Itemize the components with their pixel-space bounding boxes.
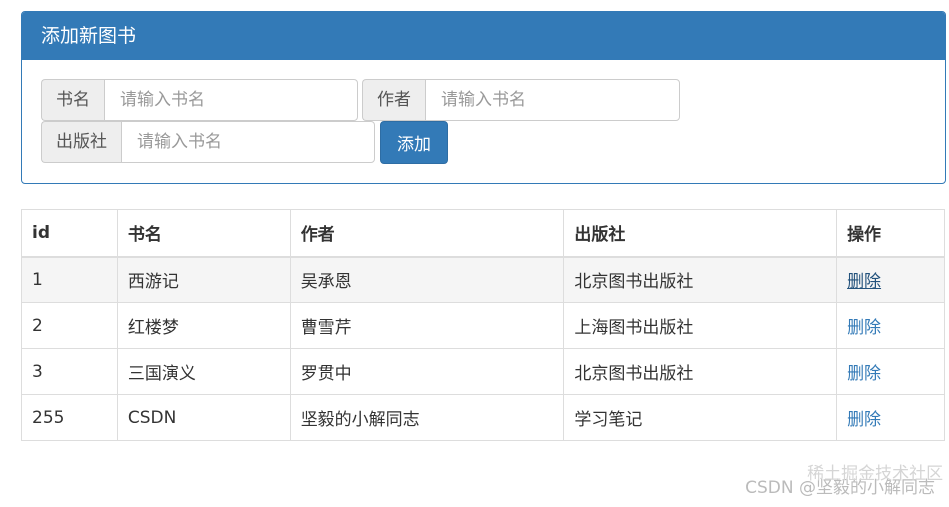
cell-publisher: 北京图书出版社 <box>563 348 838 395</box>
table-row: 3 三国演义 罗贯中 北京图书出版社 删除 <box>21 348 945 395</box>
cell-action: 删除 <box>836 302 945 349</box>
header-id: id <box>21 209 118 258</box>
cell-id: 255 <box>21 394 118 441</box>
cell-author: 曹雪芹 <box>289 302 565 349</box>
table-header-row: id 书名 作者 出版社 操作 <box>21 209 945 258</box>
table-row: 1 西游记 吴承恩 北京图书出版社 删除 <box>21 256 945 303</box>
header-publisher: 出版社 <box>563 209 838 258</box>
add-book-panel: 添加新图书 书名 作者 出版社 添加 <box>21 11 946 184</box>
book-name-label: 书名 <box>41 79 104 121</box>
header-action: 操作 <box>836 209 945 258</box>
cell-id: 3 <box>21 348 118 395</box>
header-author: 作者 <box>289 209 565 258</box>
delete-link[interactable]: 删除 <box>847 364 881 384</box>
cell-action: 删除 <box>836 256 945 303</box>
delete-link[interactable]: 删除 <box>847 410 881 430</box>
cell-action: 删除 <box>836 348 945 395</box>
panel-title: 添加新图书 <box>22 12 945 60</box>
delete-link[interactable]: 删除 <box>847 318 881 338</box>
publisher-label: 出版社 <box>41 121 121 163</box>
publisher-group: 出版社 <box>41 121 375 163</box>
cell-publisher: 学习笔记 <box>563 394 838 441</box>
cell-name: 西游记 <box>116 256 291 303</box>
cell-author: 坚毅的小解同志 <box>289 394 565 441</box>
table-row: 255 CSDN 坚毅的小解同志 学习笔记 删除 <box>21 394 945 441</box>
book-name-input[interactable] <box>104 79 358 121</box>
header-name: 书名 <box>116 209 291 258</box>
cell-action: 删除 <box>836 394 945 441</box>
watermark-overlay: 稀土掘金技术社区 <box>807 464 944 484</box>
book-name-group: 书名 <box>41 79 358 121</box>
table-row: 2 红楼梦 曹雪芹 上海图书出版社 删除 <box>21 302 945 349</box>
watermark: CSDN @坚毅的小解同志 稀土掘金技术社区 <box>745 464 943 498</box>
author-group: 作者 <box>362 79 680 121</box>
cell-name: 三国演义 <box>116 348 291 395</box>
cell-id: 1 <box>21 256 118 303</box>
cell-author: 罗贯中 <box>289 348 565 395</box>
delete-link[interactable]: 删除 <box>847 272 881 292</box>
cell-publisher: 北京图书出版社 <box>563 256 838 303</box>
cell-publisher: 上海图书出版社 <box>563 302 838 349</box>
publisher-input[interactable] <box>121 121 375 163</box>
author-label: 作者 <box>362 79 425 121</box>
add-button[interactable]: 添加 <box>380 121 448 164</box>
cell-author: 吴承恩 <box>289 256 565 303</box>
cell-id: 2 <box>21 302 118 349</box>
author-input[interactable] <box>425 79 680 121</box>
cell-name: 红楼梦 <box>116 302 291 349</box>
books-table: id 书名 作者 出版社 操作 1 西游记 吴承恩 北京图书出版社 删除 2 红… <box>21 209 945 441</box>
cell-name: CSDN <box>116 394 291 441</box>
